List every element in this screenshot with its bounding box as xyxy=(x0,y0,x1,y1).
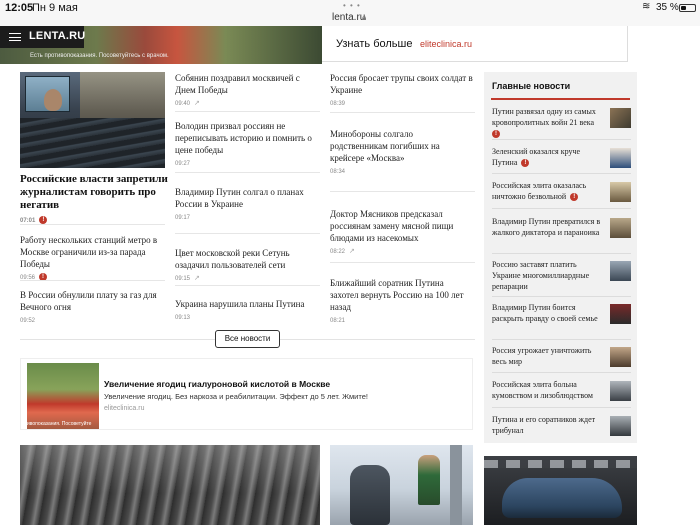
sidebar-heading[interactable]: Главные новости xyxy=(492,81,570,91)
alert-icon: ! xyxy=(492,130,500,139)
wifi-icon: ≋ xyxy=(642,1,651,12)
ad-image[interactable]: ивопоказания. Посоветуйте xyxy=(27,363,99,429)
sidebar-thumbnail[interactable] xyxy=(610,108,631,128)
site-logo[interactable]: LENTA.RU xyxy=(29,30,85,42)
divider xyxy=(330,262,475,263)
news-item[interactable]: Россия бросает трупы своих солдат в Укра… xyxy=(330,72,475,110)
external-link-icon: ↗ xyxy=(194,100,200,107)
news-item[interactable]: Работу нескольких станций метро в Москве… xyxy=(20,234,168,284)
news-item[interactable]: Украина нарушила планы Путина 09:13 xyxy=(175,298,320,324)
battery-percent: 35 % xyxy=(656,2,679,13)
news-item[interactable]: Владимир Путин солгал о планах России в … xyxy=(175,186,315,224)
all-news-button[interactable]: Все новости xyxy=(215,330,280,348)
sidebar-thumbnail[interactable] xyxy=(610,218,631,238)
news-item[interactable]: Доктор Мясников предсказал россиянам зам… xyxy=(330,208,470,258)
status-bar: 12:05 Пн 9 мая • • • lenta.ru 🔒︎ ≋ 35 % xyxy=(0,0,700,26)
divider xyxy=(20,280,165,281)
sidebar-thumbnail[interactable] xyxy=(610,148,631,168)
external-link-icon: ↗ xyxy=(349,248,355,255)
address-bar-url[interactable]: lenta.ru xyxy=(332,12,365,23)
learn-more-link[interactable]: Узнать больше xyxy=(336,38,412,50)
sidebar-heading-rule xyxy=(491,98,630,100)
sidebar-thumbnail[interactable] xyxy=(610,304,631,324)
ad-domain[interactable]: eliteclinica.ru xyxy=(104,405,144,412)
ad-description: Увеличение ягодиц. Без наркоза и реабили… xyxy=(104,392,368,401)
lead-story-image[interactable] xyxy=(20,72,165,168)
sidebar-thumbnail[interactable] xyxy=(610,381,631,401)
sidebar-thumbnail[interactable] xyxy=(610,261,631,281)
lock-icon: 🔒︎ xyxy=(362,13,367,22)
news-item[interactable]: Цвет московской реки Сетунь озадачил пол… xyxy=(175,247,315,285)
news-item[interactable]: Собянин поздравил москвичей с Днем Побед… xyxy=(175,72,315,110)
top-ad-banner[interactable]: Есть противопоказания. Посоветуйтесь с в… xyxy=(0,26,628,64)
menu-icon[interactable] xyxy=(9,33,21,41)
battery-icon xyxy=(679,4,696,12)
divider xyxy=(330,112,475,113)
news-photo-statue[interactable] xyxy=(330,445,473,525)
divider xyxy=(175,172,320,173)
sidebar-thumbnail[interactable] xyxy=(610,182,631,202)
alert-icon: ! xyxy=(570,193,579,202)
site-header: LENTA.RU xyxy=(0,26,85,48)
divider xyxy=(20,224,165,225)
news-item[interactable]: В России обнулили плату за газ для Вечно… xyxy=(20,289,168,327)
divider xyxy=(175,111,320,112)
main-news-sidebar: Главные новости Путин развязал одну из с… xyxy=(484,72,637,443)
news-photo-car[interactable] xyxy=(484,456,637,525)
ad-image-caption: ивопоказания. Посоветуйте xyxy=(27,421,92,427)
news-item[interactable]: Минобороны солгало родственникам погибши… xyxy=(330,128,470,178)
divider xyxy=(175,285,320,286)
clock: 12:05 xyxy=(5,2,34,14)
top-ad-disclaimer: Есть противопоказания. Посоветуйтесь с в… xyxy=(30,53,169,59)
divider xyxy=(330,191,475,192)
ad-block[interactable]: ивопоказания. Посоветуйте Увеличение яго… xyxy=(20,358,473,430)
ad-title[interactable]: Увеличение ягодиц гиалуроновой кислотой … xyxy=(104,379,330,389)
news-item[interactable]: Ближайший соратник Путина захотел вернут… xyxy=(330,277,470,327)
battery-fill xyxy=(681,6,686,10)
alert-icon: ! xyxy=(521,159,530,168)
divider xyxy=(175,233,320,234)
tab-overview-dots-icon[interactable]: • • • xyxy=(343,1,361,10)
news-photo-crowd[interactable] xyxy=(20,445,320,525)
lead-story[interactable]: Российские власти запретили журналистам … xyxy=(20,173,170,228)
date: Пн 9 мая xyxy=(32,2,78,14)
sidebar-thumbnail[interactable] xyxy=(610,347,631,367)
top-ad-domain[interactable]: eliteclinica.ru xyxy=(420,39,472,49)
news-item[interactable]: Володин призвал россиян не переписывать … xyxy=(175,120,315,170)
sidebar-thumbnail[interactable] xyxy=(610,416,631,436)
external-link-icon: ↗ xyxy=(194,275,200,282)
lead-story-title[interactable]: Российские власти запретили журналистам … xyxy=(20,173,168,211)
